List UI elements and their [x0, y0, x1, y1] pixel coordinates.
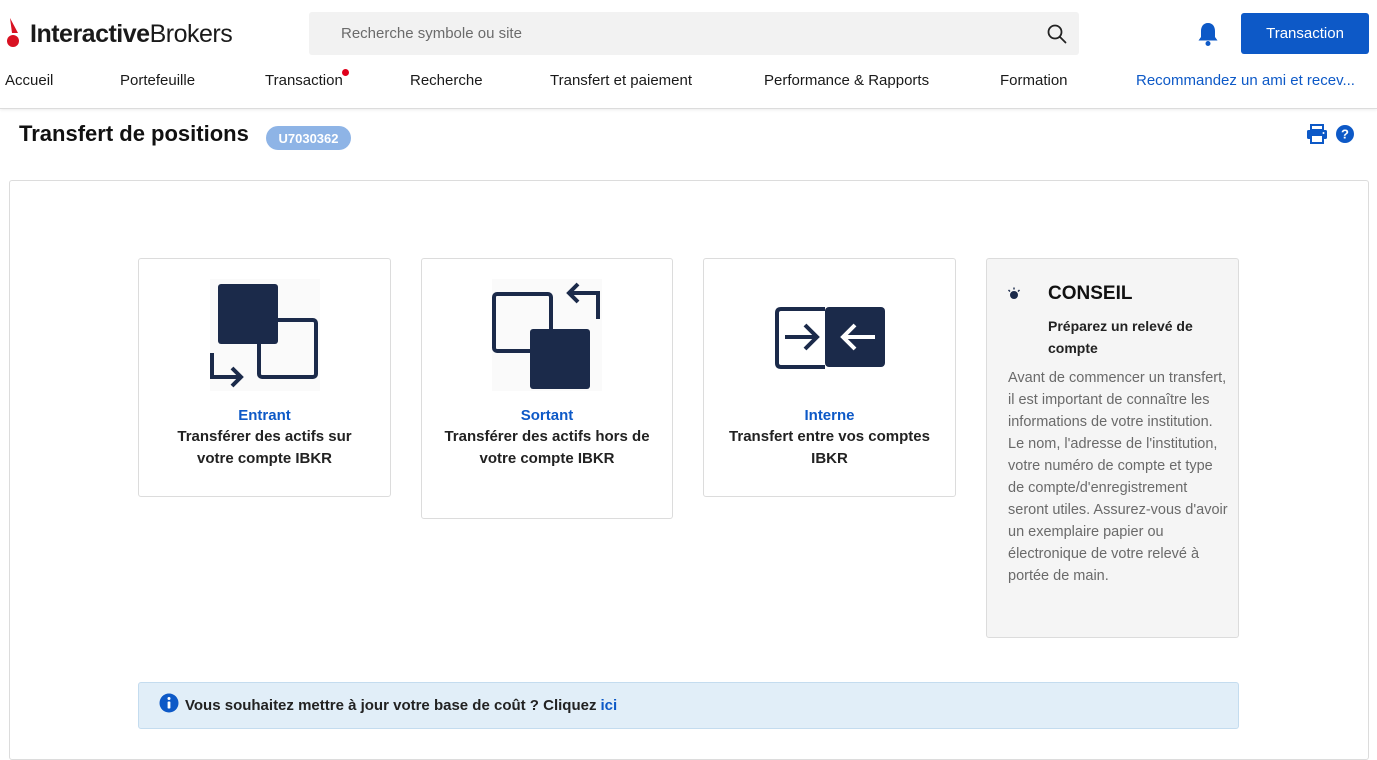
card-description: Transfert entre vos comptes IBKR: [729, 428, 930, 467]
outgoing-transfer-icon: [492, 279, 602, 391]
svg-text:?: ?: [1341, 127, 1349, 142]
ib-logo[interactable]: InteractiveBrokers: [4, 16, 233, 52]
card-title: Sortant: [520, 407, 574, 424]
card-description: Transférer des actifs hors de votre comp…: [444, 428, 650, 467]
search-bar: [309, 12, 1079, 55]
tip-subheading: Préparez un relevé de compte: [1048, 318, 1193, 356]
nav-item-portefeuille[interactable]: Portefeuille: [120, 72, 195, 89]
incoming-transfer-icon: [209, 279, 320, 391]
nav-item-transaction[interactable]: Transaction: [265, 69, 349, 89]
card-title: Interne: [804, 407, 855, 424]
nav-item-refer-friend[interactable]: Recommandez un ami et recev...: [1136, 72, 1355, 89]
notification-dot: [341, 69, 349, 76]
cost-basis-link[interactable]: ici: [600, 697, 617, 714]
lightbulb-icon: [1007, 287, 1021, 306]
card-description: Transférer des actifs sur votre compte I…: [177, 428, 352, 467]
tip-heading: CONSEIL: [1048, 283, 1133, 304]
tip-body: Avant de commencer un transfert, il est …: [1008, 370, 1228, 584]
search-input[interactable]: [309, 25, 1035, 42]
card-incoming-transfer[interactable]: Entrant Transférer des actifs sur votre …: [138, 258, 391, 497]
nav-item-performance-rapports[interactable]: Performance & Rapports: [764, 72, 929, 89]
tip-box: CONSEIL Préparez un relevé de compte Ava…: [986, 258, 1239, 638]
account-badge: U7030362: [266, 126, 351, 150]
page-title: Transfert de positions: [19, 121, 249, 146]
help-icon[interactable]: ?: [1335, 124, 1355, 144]
nav-item-transaction-label: Transaction: [265, 72, 343, 89]
top-header: InteractiveBrokers Transaction Accueil P…: [0, 0, 1377, 109]
cost-basis-info-bar: Vous souhaitez mettre à jour votre base …: [138, 682, 1239, 729]
main-nav: Accueil Portefeuille Transaction Recherc…: [0, 69, 1377, 94]
logo-text: InteractiveBrokers: [30, 19, 233, 48]
nav-item-accueil[interactable]: Accueil: [5, 72, 53, 89]
search-icon[interactable]: [1035, 12, 1079, 55]
card-outgoing-transfer[interactable]: Sortant Transférer des actifs hors de vo…: [421, 258, 673, 519]
bell-icon[interactable]: [1194, 20, 1222, 48]
nav-item-recherche[interactable]: Recherche: [410, 72, 483, 89]
print-icon[interactable]: [1306, 124, 1328, 146]
nav-item-transfert-paiement[interactable]: Transfert et paiement: [550, 72, 692, 89]
transaction-button[interactable]: Transaction: [1241, 13, 1369, 54]
card-internal-transfer[interactable]: Interne Transfert entre vos comptes IBKR: [703, 258, 956, 497]
nav-item-formation[interactable]: Formation: [1000, 72, 1068, 89]
card-title: Entrant: [238, 407, 291, 424]
info-text: Vous souhaitez mettre à jour votre base …: [185, 697, 597, 714]
info-icon: [159, 693, 179, 718]
ib-logo-mark-icon: [7, 18, 19, 47]
internal-transfer-icon: [774, 279, 885, 391]
